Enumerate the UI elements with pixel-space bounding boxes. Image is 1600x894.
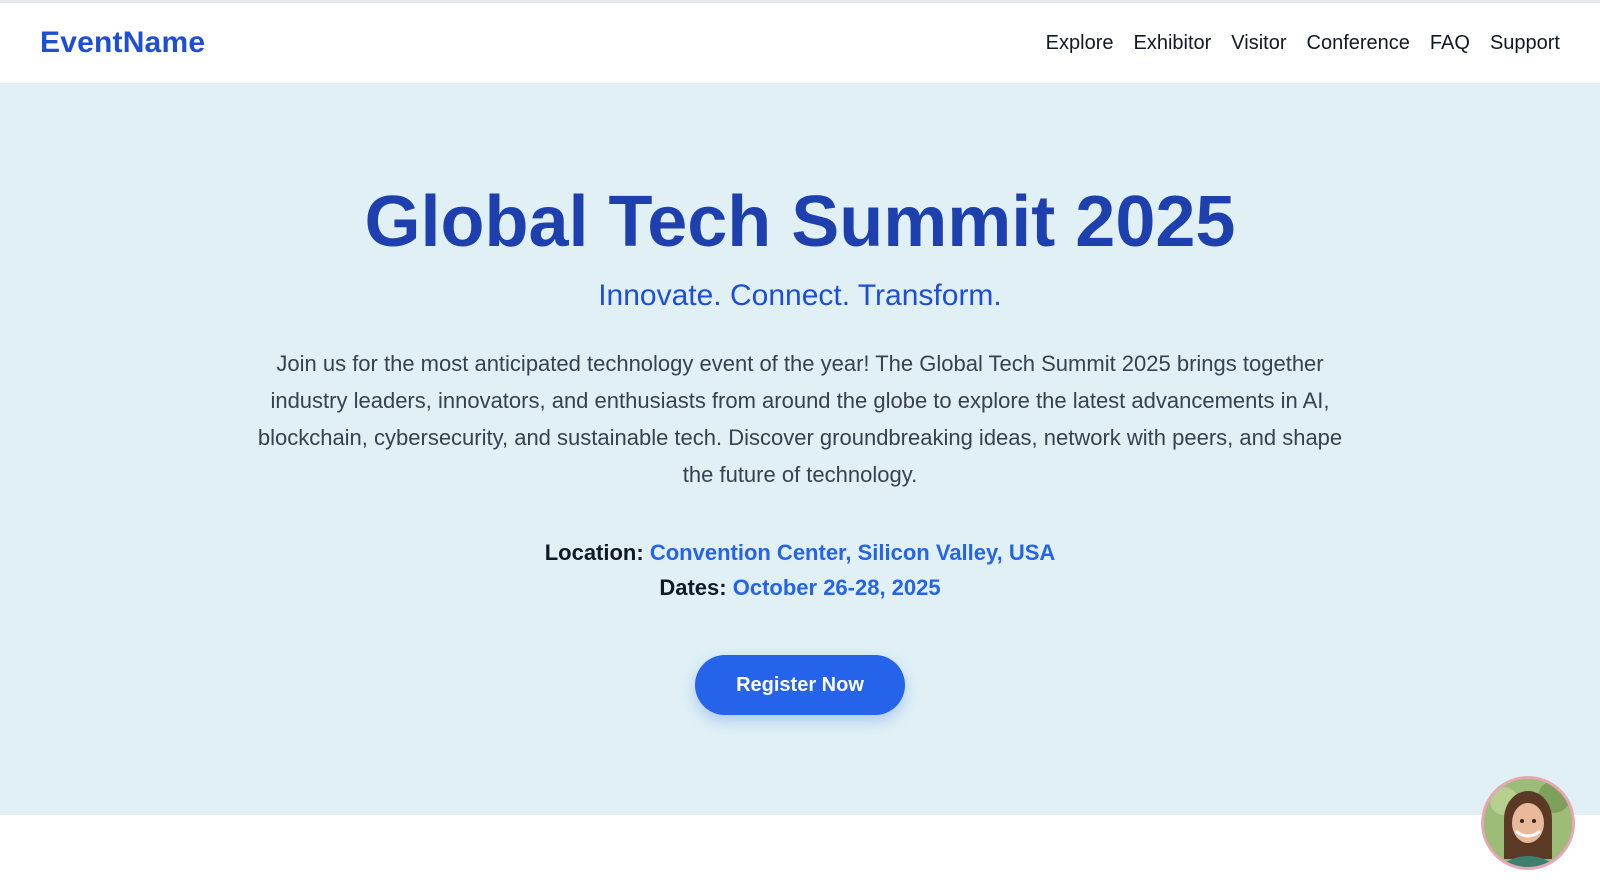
location-label: Location:	[544, 540, 644, 565]
nav-support[interactable]: Support	[1490, 32, 1560, 55]
person-avatar-icon	[1484, 779, 1572, 867]
nav-visitor[interactable]: Visitor	[1231, 32, 1286, 55]
dates-row: Dates: October 26-28, 2025	[0, 570, 1600, 605]
site-header: EventName Explore Exhibitor Visitor Conf…	[0, 3, 1600, 83]
nav-exhibitor[interactable]: Exhibitor	[1133, 32, 1211, 55]
main-nav: Explore Exhibitor Visitor Conference FAQ…	[1046, 32, 1560, 55]
location-value: Convention Center, Silicon Valley, USA	[649, 540, 1056, 565]
event-info: Location: Convention Center, Silicon Val…	[0, 535, 1600, 605]
register-now-button[interactable]: Register Now	[695, 655, 905, 715]
hero-tagline: Innovate. Connect. Transform.	[598, 279, 1002, 312]
brand-logo[interactable]: EventName	[40, 26, 205, 60]
nav-conference[interactable]: Conference	[1307, 32, 1410, 55]
nav-explore[interactable]: Explore	[1046, 32, 1114, 55]
hero-section: Global Tech Summit 2025 Innovate. Connec…	[0, 83, 1600, 815]
chat-avatar[interactable]	[1481, 776, 1575, 870]
hero-description: Join us for the most anticipated technol…	[257, 351, 1343, 487]
dates-label: Dates:	[659, 575, 727, 600]
hero-title: Global Tech Summit 2025	[364, 182, 1236, 262]
dates-value: October 26-28, 2025	[732, 575, 941, 600]
location-row: Location: Convention Center, Silicon Val…	[0, 535, 1600, 570]
nav-faq[interactable]: FAQ	[1430, 32, 1470, 55]
